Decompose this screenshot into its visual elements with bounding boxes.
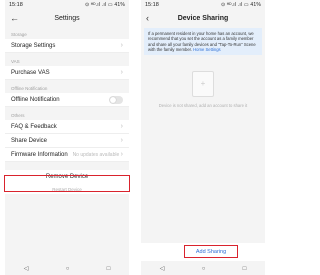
offline-notification-toggle[interactable]	[109, 95, 123, 104]
screenshot-pair: 15:18 ⊙ ᴴᴰ.ıl .ıl ▭ 41% ← Settings Stora…	[0, 0, 270, 275]
chevron-right-icon: ›	[120, 42, 123, 49]
status-bar: 15:18 ⊙ ᴴᴰ.ıl .ıl ▭ 41%	[141, 0, 265, 10]
purchase-vas-row[interactable]: Purchase VAS ›	[5, 66, 129, 80]
faq-feedback-row[interactable]: FAQ & Feedback ›	[5, 120, 129, 134]
share-device-highlight	[4, 175, 130, 192]
system-nav-bar: ◁ ○ □	[5, 262, 129, 275]
purchase-vas-label: Purchase VAS	[11, 69, 50, 76]
empty-state: Device is not shared, add an account to …	[141, 71, 265, 108]
page-title: Device Sharing	[177, 14, 229, 22]
chevron-right-icon: ›	[120, 137, 123, 144]
add-sharing-button[interactable]: Add Sharing	[184, 245, 238, 258]
nav-recent-icon[interactable]: □	[243, 266, 247, 272]
settings-screen: 15:18 ⊙ ᴴᴰ.ıl .ıl ▭ 41% ← Settings Stora…	[5, 0, 129, 275]
nav-back-icon[interactable]: ◁	[160, 265, 165, 272]
system-nav-bar: ◁ ○ □	[141, 262, 265, 275]
empty-document-icon	[192, 71, 214, 98]
chevron-right-icon: ›	[120, 151, 123, 158]
header: ← Settings	[5, 10, 129, 26]
storage-settings-label: Storage Settings	[11, 42, 56, 49]
section-label-storage: Storage	[11, 32, 27, 37]
firmware-information-label: Firmware Information	[11, 151, 68, 158]
storage-settings-row[interactable]: Storage Settings ›	[5, 39, 129, 53]
firmware-status: No updates available	[72, 152, 120, 158]
back-arrow-icon[interactable]: ←	[10, 12, 19, 24]
offline-notification-label: Offline Notification	[11, 96, 60, 103]
back-chevron-icon[interactable]: ‹	[146, 12, 149, 24]
header: ‹ Device Sharing	[141, 10, 265, 26]
chevron-right-icon: ›	[120, 69, 123, 76]
share-device-label: Share Device	[11, 137, 48, 144]
status-bar: 15:18 ⊙ ᴴᴰ.ıl .ıl ▭ 41%	[5, 0, 129, 10]
nav-recent-icon[interactable]: □	[107, 266, 111, 272]
nav-back-icon[interactable]: ◁	[24, 265, 29, 272]
status-icons: ⊙ ᴴᴰ.ıl .ıl ▭ 41%	[84, 2, 125, 8]
status-time: 15:18	[9, 2, 23, 8]
home-settings-link[interactable]: Home Settings	[193, 47, 220, 52]
section-label-vas: VAS	[11, 59, 20, 64]
section-label-others: Others	[11, 113, 25, 118]
status-time: 15:18	[145, 2, 159, 8]
page-title: Settings	[54, 14, 80, 22]
chevron-right-icon: ›	[120, 123, 123, 130]
share-device-row[interactable]: Share Device ›	[5, 134, 129, 148]
firmware-information-row[interactable]: Firmware Information No updates availabl…	[5, 148, 129, 162]
device-sharing-screen: 15:18 ⊙ ᴴᴰ.ıl .ıl ▭ 41% ‹ Device Sharing…	[141, 0, 265, 275]
nav-home-icon[interactable]: ○	[66, 266, 70, 272]
empty-state-text: Device is not shared, add an account to …	[158, 103, 248, 109]
status-icons: ⊙ ᴴᴰ.ıl .ıl ▭ 41%	[220, 2, 261, 8]
info-banner: If a permanent resident in your home has…	[144, 28, 262, 56]
offline-notification-row: Offline Notification	[5, 93, 129, 107]
section-label-offline: Offline Notification	[11, 86, 48, 91]
nav-home-icon[interactable]: ○	[202, 266, 206, 272]
faq-feedback-label: FAQ & Feedback	[11, 123, 57, 130]
